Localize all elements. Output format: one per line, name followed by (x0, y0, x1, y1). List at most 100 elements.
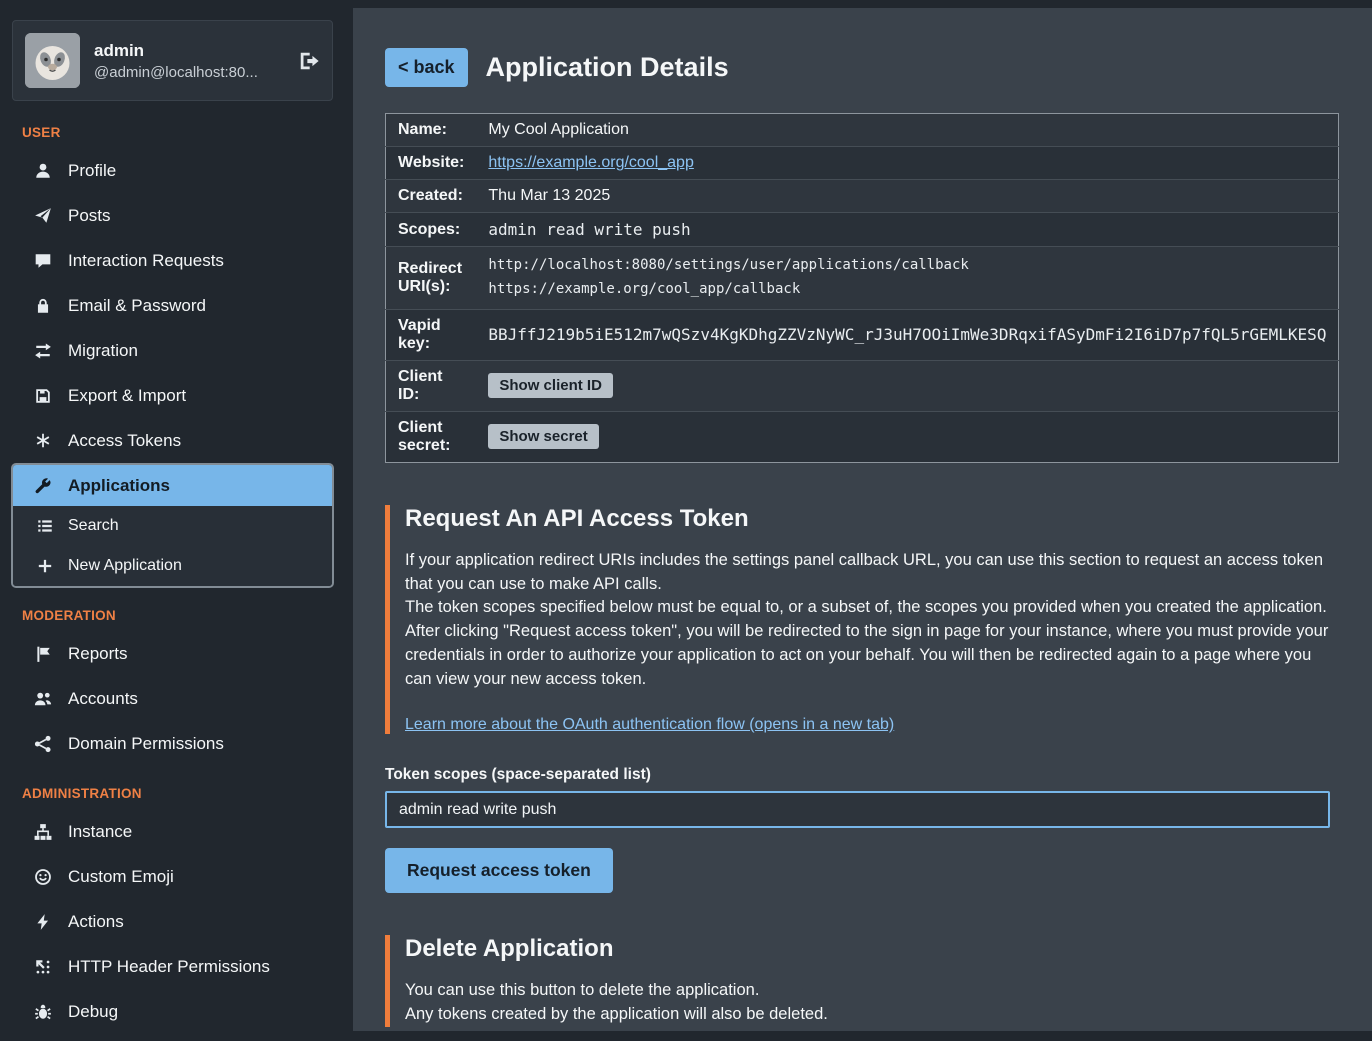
sidebar-item-label: Profile (68, 161, 116, 181)
user-card[interactable]: admin @admin@localhost:80... (12, 20, 333, 101)
delete-paragraph-1: You can use this button to delete the ap… (405, 979, 1330, 1003)
delete-application-section: Delete Application You can use this butt… (385, 935, 1330, 1027)
avatar (25, 33, 80, 88)
detail-value: Thu Mar 13 2025 (476, 180, 1339, 213)
token-paragraph-2: The token scopes specified below must be… (405, 596, 1330, 620)
sidebar-item-domain-permissions[interactable]: Domain Permissions (0, 721, 345, 766)
sidebar-item-profile[interactable]: Profile (0, 148, 345, 193)
website-link[interactable]: https://example.org/cool_app (488, 154, 693, 171)
sidebar-item-interaction-requests[interactable]: Interaction Requests (0, 238, 345, 283)
oauth-docs-link[interactable]: Learn more about the OAuth authenticatio… (405, 716, 894, 734)
sidebar-item-label: Posts (68, 206, 111, 226)
detail-label: Scopes: (386, 213, 477, 247)
token-paragraph-1: If your application redirect URIs includ… (405, 549, 1330, 597)
table-row-client-secret: Client secret: Show secret (386, 411, 1339, 462)
table-row-redirect-uris: Redirect URI(s): http://localhost:8080/s… (386, 247, 1339, 310)
sidebar-item-label: Email & Password (68, 296, 206, 316)
detail-label: Redirect URI(s): (386, 247, 477, 310)
sitemap-icon (34, 823, 52, 841)
sidebar-item-access-tokens[interactable]: Access Tokens (0, 418, 345, 463)
token-paragraph-3: After clicking "Request access token", y… (405, 620, 1330, 692)
sidebar-item-reports[interactable]: Reports (0, 631, 345, 676)
bolt-icon (34, 913, 52, 931)
sidebar-item-new-application[interactable]: New Application (13, 546, 332, 586)
detail-label: Created: (386, 180, 477, 213)
sidebar-item-label: HTTP Header Permissions (68, 957, 270, 977)
sidebar-item-label: Reports (68, 644, 128, 664)
detail-value: https://example.org/cool_app (476, 147, 1339, 180)
sidebar-item-label: Instance (68, 822, 132, 842)
transfer-arrows-icon (34, 342, 52, 360)
sidebar-item-migration[interactable]: Migration (0, 328, 345, 373)
logout-icon[interactable] (298, 50, 320, 72)
sidebar-item-instance[interactable]: Instance (0, 809, 345, 854)
request-token-section: Request An API Access Token If your appl… (385, 505, 1330, 735)
lock-icon (34, 297, 52, 315)
detail-label: Client ID: (386, 360, 477, 411)
comment-icon (34, 252, 52, 270)
sidebar-item-label: Interaction Requests (68, 251, 224, 271)
sidebar-item-posts[interactable]: Posts (0, 193, 345, 238)
flag-icon (34, 645, 52, 663)
user-icon (34, 162, 52, 180)
section-title-administration: ADMINISTRATION (0, 766, 345, 809)
sidebar-group-applications: Applications Search New Application (11, 463, 334, 588)
redirect-uri-2: https://example.org/cool_app/callback (488, 278, 1326, 302)
table-row-created: Created: Thu Mar 13 2025 (386, 180, 1339, 213)
wrench-icon (34, 477, 52, 495)
detail-value: admin read write push (476, 213, 1339, 247)
asterisk-icon (34, 432, 52, 450)
table-row-client-id: Client ID: Show client ID (386, 360, 1339, 411)
page-title: Application Details (486, 52, 729, 83)
table-row-name: Name: My Cool Application (386, 114, 1339, 147)
detail-label: Vapid key: (386, 309, 477, 360)
arrow-up-right-dots-icon (34, 958, 52, 976)
main-panel: < back Application Details Name: My Cool… (353, 8, 1372, 1031)
detail-value: http://localhost:8080/settings/user/appl… (476, 247, 1339, 310)
redirect-uri-1: http://localhost:8080/settings/user/appl… (488, 254, 1326, 278)
user-handle: @admin@localhost:80... (94, 64, 284, 81)
request-access-token-button[interactable]: Request access token (385, 848, 613, 893)
sidebar-item-label: Migration (68, 341, 138, 361)
sidebar-item-label: Accounts (68, 689, 138, 709)
sidebar-item-actions[interactable]: Actions (0, 899, 345, 944)
back-button[interactable]: < back (385, 48, 468, 87)
detail-value: My Cool Application (476, 114, 1339, 147)
bug-icon (34, 1003, 52, 1021)
smiley-icon (34, 868, 52, 886)
users-icon (34, 690, 52, 708)
floppy-disk-icon (34, 387, 52, 405)
title-row: < back Application Details (385, 48, 1330, 87)
token-scopes-input[interactable] (385, 791, 1330, 828)
sidebar-item-label: Custom Emoji (68, 867, 174, 887)
sidebar-item-label: Access Tokens (68, 431, 181, 451)
user-info: admin @admin@localhost:80... (94, 41, 284, 81)
sidebar-item-applications-search[interactable]: Search (13, 506, 332, 546)
sidebar-item-accounts[interactable]: Accounts (0, 676, 345, 721)
table-row-vapid-key: Vapid key: BBJffJ219b5iE512m7wQSzv4KgKDh… (386, 309, 1339, 360)
user-name: admin (94, 41, 284, 61)
delete-heading: Delete Application (405, 935, 1330, 963)
plus-icon (36, 557, 54, 575)
sidebar-item-custom-emoji[interactable]: Custom Emoji (0, 854, 345, 899)
sidebar-item-export-import[interactable]: Export & Import (0, 373, 345, 418)
show-client-id-button[interactable]: Show client ID (488, 373, 613, 398)
sidebar-item-label: Domain Permissions (68, 734, 224, 754)
paper-plane-icon (34, 207, 52, 225)
sidebar-item-label: Applications (68, 476, 170, 496)
sidebar-item-label: Debug (68, 1002, 118, 1022)
sidebar: admin @admin@localhost:80... USER Profil… (0, 0, 345, 1041)
sidebar-item-label: Actions (68, 912, 124, 932)
detail-value: BBJffJ219b5iE512m7wQSzv4KgKDhgZZVzNyWC_r… (476, 309, 1339, 360)
detail-value: Show client ID (476, 360, 1339, 411)
token-scopes-label: Token scopes (space-separated list) (385, 766, 1330, 784)
sidebar-item-label: Search (68, 517, 119, 535)
share-nodes-icon (34, 735, 52, 753)
sidebar-item-applications[interactable]: Applications (13, 465, 332, 506)
sidebar-item-http-header-permissions[interactable]: HTTP Header Permissions (0, 944, 345, 989)
section-title-moderation: MODERATION (0, 588, 345, 631)
detail-label: Website: (386, 147, 477, 180)
sidebar-item-debug[interactable]: Debug (0, 989, 345, 1034)
sidebar-item-email-password[interactable]: Email & Password (0, 283, 345, 328)
show-secret-button[interactable]: Show secret (488, 424, 598, 449)
